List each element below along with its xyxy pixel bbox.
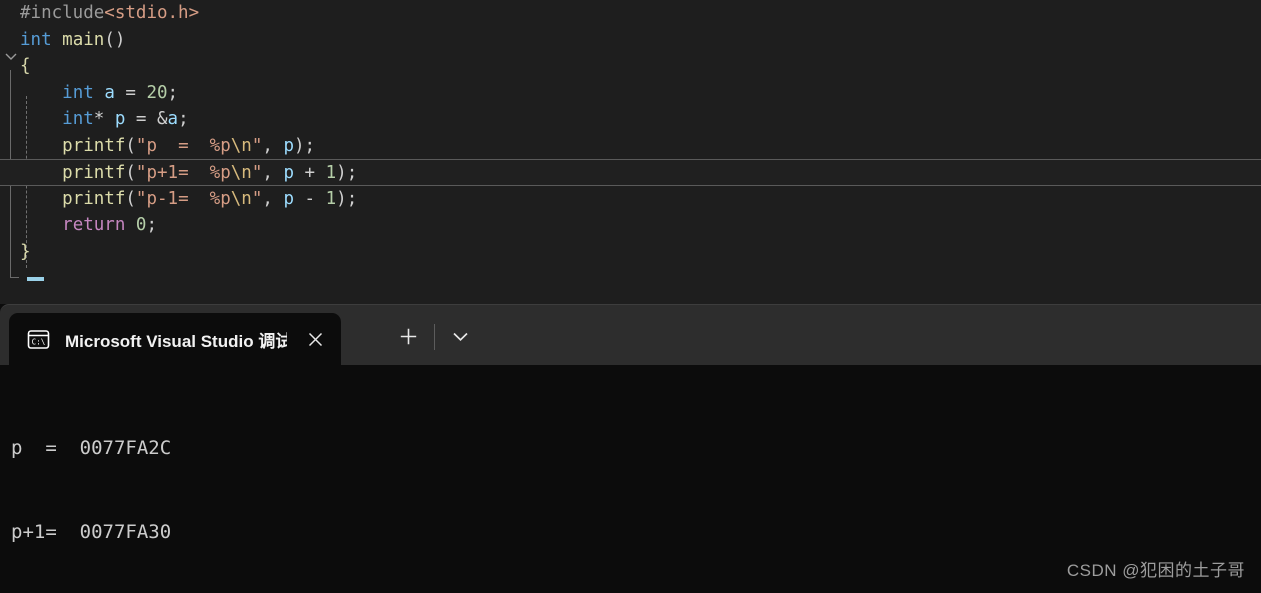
code-token: =: [114, 82, 147, 103]
code-line-text: int main(): [20, 27, 125, 54]
code-token: printf: [62, 188, 126, 209]
code-token: +: [294, 163, 326, 183]
console-line: p+1= 0077FA30: [11, 521, 172, 544]
code-token: \n: [230, 135, 252, 156]
code-line-list: #include<stdio.h> int main(){ int a = 20;…: [0, 0, 1261, 265]
code-token: ;: [178, 109, 189, 129]
code-token: ": [251, 163, 263, 183]
terminal-tab-strip: C:\ Microsoft Visual Studio 调试控: [0, 304, 1261, 366]
code-token: int: [20, 29, 52, 50]
code-token: "p+1= %p: [135, 163, 231, 183]
code-line[interactable]: {: [0, 53, 1261, 80]
close-icon[interactable]: [295, 320, 335, 360]
code-token: p: [283, 135, 294, 156]
code-token: );: [294, 135, 316, 156]
code-token: 20: [146, 82, 168, 103]
code-token: ,: [262, 188, 284, 209]
toolbar-divider: [434, 324, 435, 350]
code-token: {: [20, 56, 31, 76]
code-token: a: [104, 82, 115, 103]
code-token: }: [20, 241, 31, 262]
console-line: p = 0077FA2C: [11, 436, 172, 459]
code-token: (: [125, 135, 136, 156]
code-token: main: [62, 29, 105, 50]
code-token: a: [167, 109, 179, 129]
code-token: );: [336, 163, 358, 183]
code-line[interactable]: printf("p = %p\n", p);: [0, 133, 1261, 160]
text-caret: [27, 277, 44, 281]
chevron-down-icon[interactable]: [440, 318, 480, 354]
code-line-text: return 0;: [20, 212, 157, 239]
code-token: ": [251, 135, 263, 156]
code-line[interactable]: #include<stdio.h>: [0, 0, 1261, 27]
code-token: int: [62, 82, 94, 103]
code-token: );: [336, 188, 358, 209]
terminal-tab-title: Microsoft Visual Studio 调试控: [65, 332, 287, 351]
code-token: ": [251, 188, 263, 209]
code-token: *: [93, 109, 115, 129]
code-token: "p-1= %p: [135, 188, 231, 209]
code-token: p: [114, 109, 126, 129]
svg-text:C:\: C:\: [32, 338, 46, 347]
code-token: (): [104, 29, 126, 50]
code-token: ;: [146, 215, 158, 235]
code-token: #include: [20, 3, 105, 23]
code-line-text: printf("p+1= %p\n", p + 1);: [20, 160, 357, 187]
code-token: printf: [62, 135, 126, 156]
code-token: "p = %p: [135, 135, 231, 156]
code-token: p: [283, 188, 294, 209]
code-token: (: [125, 163, 136, 183]
code-token: ,: [262, 135, 284, 156]
code-line[interactable]: printf("p+1= %p\n", p + 1);: [0, 159, 1261, 186]
collapse-chevron-icon[interactable]: [4, 43, 18, 70]
code-line[interactable]: int* p = &a;: [0, 106, 1261, 133]
code-line-text: }: [20, 239, 31, 266]
code-editor[interactable]: #include<stdio.h> int main(){ int a = 20;…: [0, 0, 1261, 304]
code-token: \n: [230, 188, 252, 209]
terminal-panel[interactable]: C:\ Microsoft Visual Studio 调试控 p = 0077…: [0, 304, 1261, 593]
code-token: \n: [230, 163, 252, 183]
code-token: 1: [325, 163, 337, 183]
code-token: printf: [62, 163, 126, 183]
code-token: <stdio.h>: [104, 3, 200, 23]
code-token: 0: [135, 215, 147, 235]
code-token: (: [125, 188, 136, 209]
code-line[interactable]: return 0;: [0, 212, 1261, 239]
code-line-text: printf("p = %p\n", p);: [20, 133, 315, 160]
code-token: -: [294, 188, 326, 209]
code-token: return: [62, 215, 126, 235]
code-line[interactable]: }: [0, 239, 1261, 266]
plus-icon[interactable]: [388, 318, 428, 354]
watermark: CSDN @犯困的土子哥: [1066, 561, 1245, 580]
code-line-text: int a = 20;: [20, 80, 178, 107]
code-token: int: [62, 109, 94, 129]
code-line[interactable]: int a = 20;: [0, 80, 1261, 107]
code-token: p: [283, 163, 294, 183]
code-line-text: int* p = &a;: [20, 106, 189, 133]
terminal-tab[interactable]: C:\ Microsoft Visual Studio 调试控: [9, 313, 341, 366]
code-token: = &: [125, 109, 168, 129]
function-scope-foot: [10, 277, 19, 278]
code-line-text: #include<stdio.h>: [20, 0, 199, 27]
code-line-text: {: [20, 53, 31, 80]
code-token: ,: [262, 163, 284, 183]
code-line-text: printf("p-1= %p\n", p - 1);: [20, 186, 357, 213]
code-token: ;: [167, 82, 179, 103]
console-cmd-icon: C:\: [26, 327, 51, 352]
code-line[interactable]: printf("p-1= %p\n", p - 1);: [0, 186, 1261, 213]
code-token: 1: [325, 188, 337, 209]
code-line[interactable]: int main(): [0, 27, 1261, 54]
